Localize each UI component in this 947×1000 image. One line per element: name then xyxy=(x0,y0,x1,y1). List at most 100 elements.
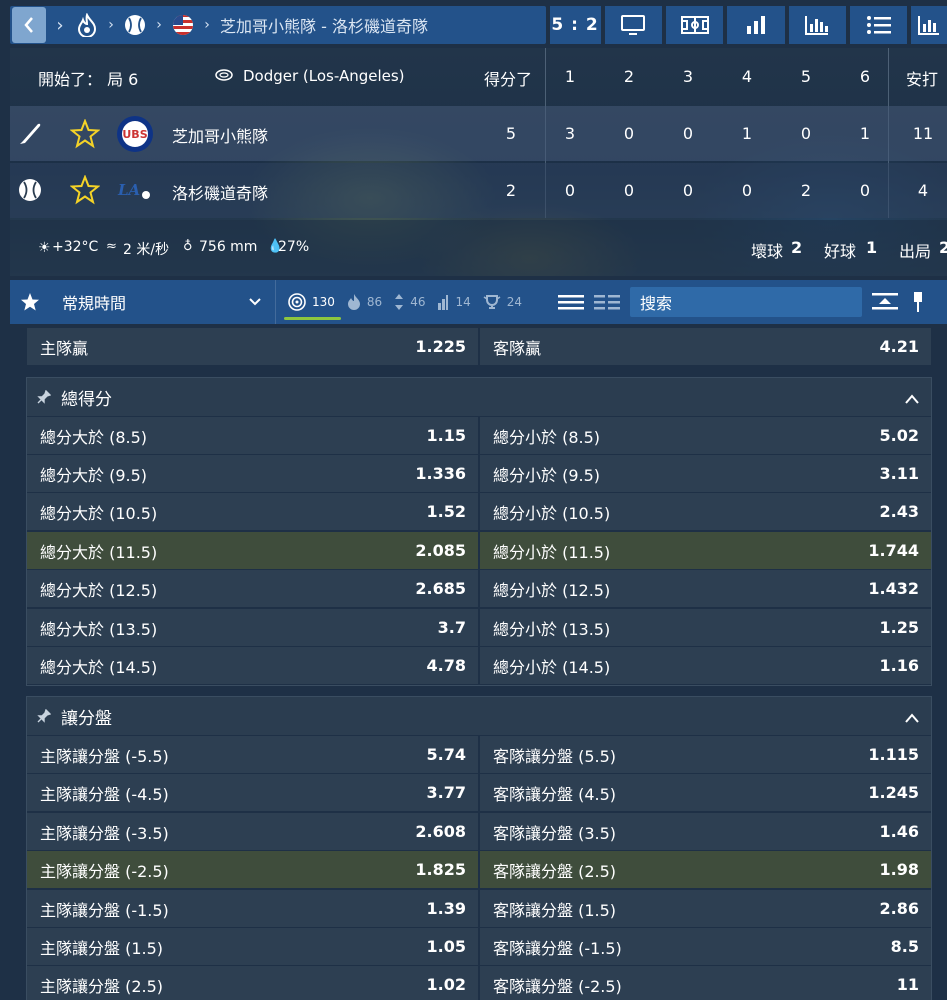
odds-button-under[interactable]: 總分小於 (14.5) 1.16 xyxy=(480,647,931,684)
venue: Dodger (Los-Angeles) xyxy=(243,67,405,85)
hits-header: 安打 xyxy=(906,70,939,89)
inning-header: 6 xyxy=(859,67,871,86)
field-button[interactable] xyxy=(665,6,724,44)
odds-label: 客隊贏 xyxy=(493,338,542,358)
inning-header: 4 xyxy=(741,67,753,86)
filter-totals[interactable]: 46 xyxy=(394,280,425,324)
period-select[interactable]: 常規時間 xyxy=(50,280,276,324)
svg-text:UBS: UBS xyxy=(122,128,147,141)
market-header-total[interactable]: 總得分 xyxy=(27,378,931,416)
odds-button-away-handicap[interactable]: 客隊讓分盤 (5.5) 1.115 xyxy=(480,736,931,773)
market-title: 讓分盤 xyxy=(61,708,112,729)
sun-icon: ☀ xyxy=(38,240,51,256)
odds-button-over[interactable]: 總分大於 (13.5) 3.7 xyxy=(27,609,478,646)
chevron-up-icon[interactable] xyxy=(905,389,919,409)
inning-score: 3 xyxy=(564,124,576,143)
odds-button-over[interactable]: 總分大於 (14.5) 4.78 xyxy=(27,647,478,684)
scoreboard-header: 開始了： 局 6 Dodger (Los-Angeles) 得分了 1 2 3 … xyxy=(10,48,947,104)
monitor-button[interactable] xyxy=(604,6,662,44)
collapse-icon xyxy=(872,293,899,310)
odds-value: 1.15 xyxy=(426,426,466,445)
odds-button-away-handicap[interactable]: 客隊讓分盤 (4.5) 1.245 xyxy=(480,774,931,811)
filter-handicaps[interactable]: 14 xyxy=(437,280,471,324)
baseball-icon[interactable] xyxy=(122,12,148,38)
odds-button-under[interactable]: 總分小於 (9.5) 3.11 xyxy=(480,455,931,492)
wind-icon: ≈ xyxy=(106,239,117,254)
collapse-all-button[interactable] xyxy=(872,293,899,311)
forward-chevron-icon[interactable]: › xyxy=(46,15,74,36)
odds-button-home-handicap[interactable]: 主隊讓分盤 (-3.5) 2.608 xyxy=(27,813,478,850)
odds-row: 總分大於 (12.5) 2.685 總分小於 (12.5) 1.432 xyxy=(27,570,931,607)
odds-button-away-handicap[interactable]: 客隊讓分盤 (-2.5) 11 xyxy=(480,966,931,1000)
odds-button-under[interactable]: 總分小於 (13.5) 1.25 xyxy=(480,609,931,646)
odds-button-away-handicap[interactable]: 客隊讓分盤 (-1.5) 8.5 xyxy=(480,928,931,965)
inning-score: 0 xyxy=(859,181,871,200)
odds-button-away-handicap[interactable]: 客隊讓分盤 (2.5) 1.98 xyxy=(480,851,931,888)
odds-button-over[interactable]: 總分大於 (10.5) 1.52 xyxy=(27,493,478,530)
fire-icon[interactable] xyxy=(74,12,100,38)
bar-chart-button[interactable] xyxy=(727,6,785,44)
column-view-button[interactable] xyxy=(594,293,621,311)
odds-button-away-handicap[interactable]: 客隊讓分盤 (3.5) 1.46 xyxy=(480,813,931,850)
pin-button[interactable] xyxy=(912,291,924,313)
favorite-star-icon[interactable] xyxy=(69,118,101,153)
back-button[interactable] xyxy=(12,7,46,43)
field-icon xyxy=(680,16,709,34)
odds-row-main-line: 主隊讓分盤 (-2.5) 1.825 客隊讓分盤 (2.5) 1.98 xyxy=(27,851,931,888)
us-flag-icon[interactable] xyxy=(170,12,196,38)
odds-label: 主隊讓分盤 (1.5) xyxy=(40,938,164,958)
odds-label: 總分大於 (10.5) xyxy=(40,503,158,523)
outs-count: 2 xyxy=(939,238,947,257)
odds-button-under[interactable]: 總分小於 (10.5) 2.43 xyxy=(480,493,931,530)
trophy-icon xyxy=(483,294,501,310)
list-view-button[interactable] xyxy=(558,293,585,311)
odds-button-over[interactable]: 總分大於 (9.5) 1.336 xyxy=(27,455,478,492)
grid-button[interactable] xyxy=(911,6,947,44)
list-button[interactable] xyxy=(849,6,908,44)
market-search-input[interactable]: 搜索 xyxy=(630,287,863,317)
pin-icon[interactable] xyxy=(37,390,51,404)
odds-button-home-win[interactable]: 主隊贏 1.225 xyxy=(27,328,478,365)
filter-popular[interactable]: 86 xyxy=(347,280,382,324)
odds-button-home-handicap[interactable]: 主隊讓分盤 (-5.5) 5.74 xyxy=(27,736,478,773)
odds-value: 1.432 xyxy=(868,579,919,598)
stats-button[interactable] xyxy=(788,6,846,44)
outs-label: 出局 xyxy=(899,242,932,261)
team-row-home: UBS 芝加哥小熊隊 5 3 0 0 1 0 1 11 xyxy=(10,106,947,161)
pin-icon[interactable] xyxy=(37,709,51,723)
filter-all-markets[interactable]: 130 xyxy=(284,280,341,324)
winner-row: 主隊贏 1.225 客隊贏 4.21 xyxy=(27,328,931,365)
odds-value: 4.78 xyxy=(426,656,466,675)
odds-button-over[interactable]: 總分大於 (12.5) 2.685 xyxy=(27,570,478,607)
pressure-icon: ♁ xyxy=(183,239,193,254)
odds-button-over[interactable]: 總分大於 (11.5) 2.085 xyxy=(27,532,478,569)
odds-button-home-handicap[interactable]: 主隊讓分盤 (1.5) 1.05 xyxy=(27,928,478,965)
inning-score: 0 xyxy=(682,181,694,200)
odds-row: 主隊讓分盤 (-5.5) 5.74 客隊讓分盤 (5.5) 1.115 xyxy=(27,736,931,773)
odds-button-home-handicap[interactable]: 主隊讓分盤 (2.5) 1.02 xyxy=(27,966,478,1000)
odds-button-over[interactable]: 總分大於 (8.5) 1.15 xyxy=(27,417,478,454)
odds-button-under[interactable]: 總分小於 (8.5) 5.02 xyxy=(480,417,931,454)
odds-button-away-win[interactable]: 客隊贏 4.21 xyxy=(480,328,931,365)
team-hits: 11 xyxy=(912,124,934,143)
scrollbar[interactable] xyxy=(939,324,947,1000)
odds-button-home-handicap[interactable]: 主隊讓分盤 (-2.5) 1.825 xyxy=(27,851,478,888)
chevron-up-icon[interactable] xyxy=(905,708,919,728)
odds-button-home-handicap[interactable]: 主隊讓分盤 (-4.5) 3.77 xyxy=(27,774,478,811)
filter-specials[interactable]: 24 xyxy=(483,280,522,324)
odds-label: 總分小於 (8.5) xyxy=(493,427,601,447)
odds-value: 2.86 xyxy=(879,899,919,918)
odds-row: 總分大於 (10.5) 1.52 總分小於 (10.5) 2.43 xyxy=(27,493,931,530)
market-title: 總得分 xyxy=(61,389,112,410)
favorites-star-icon[interactable] xyxy=(10,280,50,324)
odds-button-away-handicap[interactable]: 客隊讓分盤 (1.5) 2.86 xyxy=(480,890,931,927)
odds-value: 3.7 xyxy=(437,618,466,637)
odds-value: 2.685 xyxy=(415,579,466,598)
odds-button-under[interactable]: 總分小於 (11.5) 1.744 xyxy=(480,532,931,569)
odds-button-under[interactable]: 總分小於 (12.5) 1.432 xyxy=(480,570,931,607)
market-header-handicap[interactable]: 讓分盤 xyxy=(27,697,931,735)
inning-score: 0 xyxy=(564,181,576,200)
team-runs: 5 xyxy=(505,124,517,143)
odds-button-home-handicap[interactable]: 主隊讓分盤 (-1.5) 1.39 xyxy=(27,890,478,927)
favorite-star-icon[interactable] xyxy=(69,174,101,209)
